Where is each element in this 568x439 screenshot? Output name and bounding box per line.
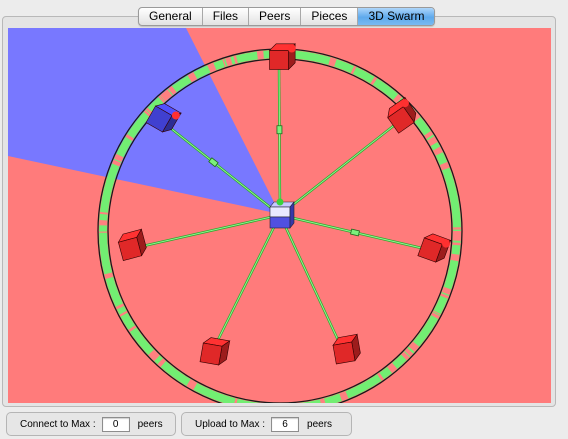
local-peer-cube[interactable]	[269, 198, 295, 229]
tab-files[interactable]: Files	[203, 8, 250, 25]
tab-peers[interactable]: Peers	[249, 8, 302, 25]
peer-activity-dot	[287, 44, 296, 53]
local-cube-upper	[269, 206, 291, 218]
cube-front-face	[199, 342, 223, 366]
tab-pieces[interactable]: Pieces	[301, 8, 359, 25]
connect-limit-field[interactable]: 0	[101, 416, 130, 432]
upload-limit-box: Upload to Max : 6 peers	[181, 412, 352, 436]
tab-general[interactable]: General	[139, 8, 203, 25]
upload-limit-field[interactable]: 6	[271, 416, 300, 432]
tab-bar: General Files Peers Pieces 3D Swarm	[138, 7, 436, 26]
swarm-3d-view[interactable]	[8, 28, 551, 403]
local-cube-side	[289, 201, 295, 229]
connect-limit-unit: peers	[137, 418, 163, 430]
cube-front-face	[332, 341, 356, 365]
local-cube-lower	[269, 216, 291, 229]
connect-limit-box: Connect to Max : 0 peers	[6, 412, 176, 436]
local-activity-dot	[276, 198, 284, 206]
upload-limit-label: Upload to Max :	[195, 418, 266, 430]
tab-3d-swarm[interactable]: 3D Swarm	[358, 8, 435, 25]
upload-limit-unit: peers	[307, 418, 333, 430]
swarm-canvas	[8, 28, 551, 403]
cube-front-face	[269, 50, 289, 70]
download-peer-cube[interactable]	[268, 43, 296, 71]
connect-limit-label: Connect to Max :	[20, 418, 96, 430]
data-packet	[276, 125, 283, 135]
